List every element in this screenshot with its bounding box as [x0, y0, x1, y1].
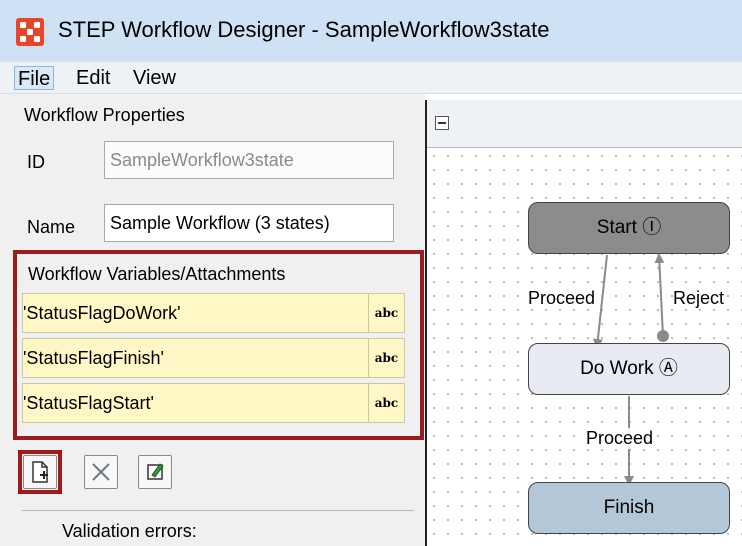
workflow-properties-heading: Workflow Properties [24, 105, 185, 125]
variables-heading: Workflow Variables/Attachments [28, 264, 286, 284]
string-type-icon: abc [368, 339, 404, 377]
node-start[interactable]: Start Ⓘ [528, 202, 730, 254]
diagram-edges [592, 253, 669, 486]
menu-edit[interactable]: Edit [73, 66, 113, 90]
variable-row[interactable]: 'StatusFlagDoWork' abc [22, 293, 405, 333]
node-finish[interactable]: Finish [528, 482, 730, 534]
menu-file[interactable]: File [14, 66, 55, 90]
variable-name: 'StatusFlagDoWork' [23, 303, 181, 323]
add-variable-button[interactable] [23, 455, 57, 489]
add-variable-icon [32, 461, 48, 483]
edge-reject-source [657, 330, 669, 342]
menu-view[interactable]: View [130, 66, 179, 90]
variable-name: 'StatusFlagStart' [23, 393, 154, 413]
node-do-work-label: Do Work [580, 358, 654, 379]
edit-variable-button[interactable] [138, 455, 172, 489]
workflow-canvas[interactable]: Start Ⓘ Do Work Ⓐ Finish Proceed Reject … [425, 100, 742, 546]
action-state-icon: Ⓐ [658, 358, 678, 379]
validation-errors-label: Validation errors: [62, 521, 197, 541]
delete-variable-button[interactable] [84, 455, 118, 489]
app-logo-icon [16, 18, 44, 46]
initial-state-icon: Ⓘ [642, 217, 662, 238]
node-start-label: Start [596, 217, 637, 238]
name-label: Name [27, 217, 76, 237]
string-type-icon: abc [368, 294, 404, 332]
window-title: STEP Workflow Designer - SampleWorkflow3… [58, 17, 550, 42]
title-bar: STEP Workflow Designer - SampleWorkflow3… [0, 0, 742, 62]
menu-bar: File Edit View [0, 62, 742, 94]
edge-reject [654, 253, 665, 337]
name-field[interactable]: Sample Workflow (3 states) [104, 204, 394, 242]
id-field[interactable]: SampleWorkflow3state [104, 141, 394, 179]
delete-icon [92, 463, 110, 481]
edit-icon [147, 463, 164, 480]
id-label: ID [27, 152, 45, 172]
node-finish-label: Finish [603, 497, 655, 518]
edge-proceed-start-dowork [592, 254, 608, 349]
edge-label-reject: Reject [673, 288, 725, 309]
node-do-work[interactable]: Do Work Ⓐ [528, 343, 730, 395]
edge-label-proceed: Proceed [528, 288, 596, 309]
properties-panel: Workflow Properties ID SampleWorkflow3st… [0, 94, 425, 546]
variable-name: 'StatusFlagFinish' [23, 348, 164, 368]
variable-row[interactable]: 'StatusFlagFinish' abc [22, 338, 405, 378]
string-type-icon: abc [368, 384, 404, 422]
variable-row[interactable]: 'StatusFlagStart' abc [22, 383, 405, 423]
edge-label-proceed: Proceed [586, 428, 654, 449]
divider [22, 510, 414, 511]
